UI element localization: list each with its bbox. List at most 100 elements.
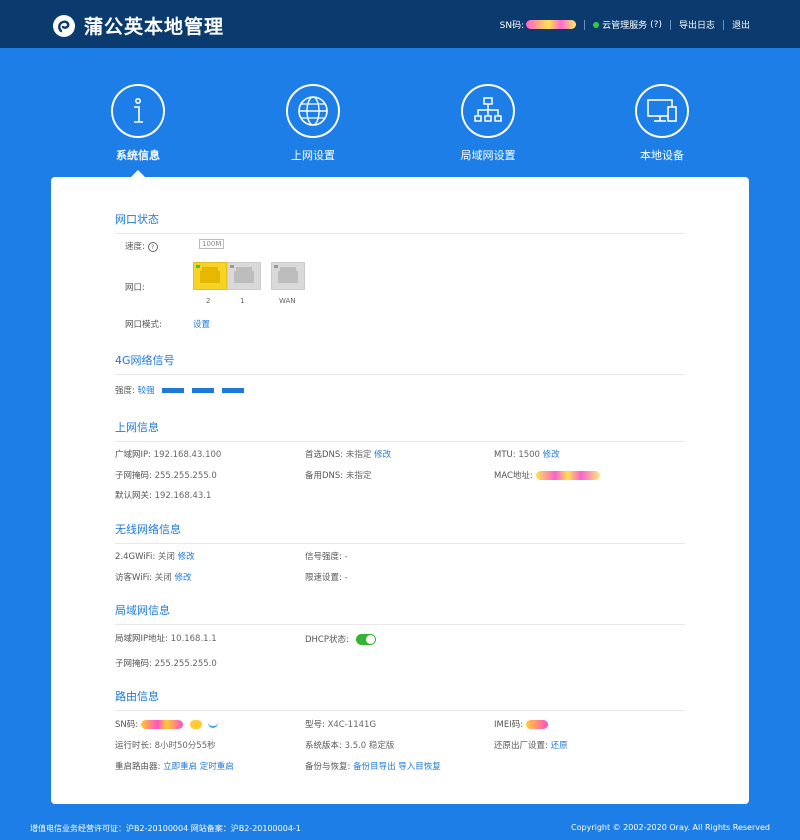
sn-redacted (526, 20, 577, 29)
lan-ip-value: 10.168.1.1 (170, 634, 217, 644)
top-bar: 蒲公英本地管理 SN码: 云管理服务 (?) 导出日志 退出 (0, 0, 800, 48)
sn-label: SN码: (499, 21, 525, 31)
port-number: 2 (206, 297, 211, 305)
section-title: 网口状态 (115, 211, 685, 234)
mac-redacted (535, 471, 600, 480)
nav-lan-settings[interactable]: 局域网设置 (428, 84, 548, 163)
lan-subnet-value: 255.255.255.0 (154, 659, 217, 669)
version-label: 系统版本: (305, 741, 342, 751)
cloud-help-link[interactable]: (?) (650, 20, 662, 30)
mtu-value: 1500 (518, 450, 540, 460)
subnet-label: 子网掩码: (115, 471, 152, 481)
section-title: 4G网络信号 (115, 352, 685, 375)
port-status-section: 网口状态 (115, 211, 685, 234)
uptime-label: 运行时长: (115, 741, 152, 751)
signal-bar (221, 388, 244, 393)
info-icon (111, 84, 165, 138)
speed-row: 速度: ? (125, 240, 158, 252)
lan-subnet-label: 子网掩码: (115, 659, 152, 669)
signal-strength-row: 强度: 较强 (115, 384, 244, 396)
nav-label: 局域网设置 (460, 149, 516, 162)
export-log-link[interactable]: 导出日志 (679, 18, 715, 31)
speed-badge: 100M (199, 239, 225, 249)
section-title: 局域网信息 (115, 602, 685, 625)
network-icon (461, 84, 515, 138)
backup-export-link[interactable]: 备份目导出 (353, 762, 396, 772)
port-mode-label: 网口模式: (125, 320, 162, 330)
nav-local-devices[interactable]: 本地设备 (602, 84, 722, 163)
speed-limit-row: 限速设置: - (305, 571, 348, 583)
wifi-signal-row: 信号强度: - (305, 550, 348, 562)
dns1-edit-link[interactable]: 修改 (374, 450, 391, 460)
dns1-row: 首选DNS: 未指定 修改 (305, 448, 391, 460)
ethernet-port-icon (227, 262, 261, 290)
divider (584, 19, 586, 30)
nav-internet-settings[interactable]: 上网设置 (253, 84, 373, 163)
cloud-service-link[interactable]: 云管理服务 (602, 18, 647, 31)
factory-reset-row: 还原出厂设置: 还原 (494, 739, 568, 751)
guest-wifi-label: 访客WiFi: (115, 573, 153, 583)
main-nav: 系统信息 上网设置 局域网设置 本地设备 (0, 84, 800, 179)
port-number: 1 (240, 297, 245, 305)
gateway-label: 默认网关: (115, 491, 152, 501)
reboot-row: 重启路由器: 立即重启 定时重启 (115, 760, 234, 772)
gateway-row: 默认网关: 192.168.43.1 (115, 489, 211, 501)
wan-ip-label: 广域网IP: (115, 450, 151, 460)
speed-label: 速度: (125, 242, 145, 252)
signal-strength-value: 较强 (137, 386, 155, 396)
model-value: X4C-1141G (327, 720, 377, 730)
reboot-now-link[interactable]: 立即重启 (163, 762, 197, 772)
imei-label: IMEI码: (494, 720, 524, 730)
dns2-value: 未指定 (345, 471, 372, 481)
lan-ip-label: 局域网IP地址: (115, 634, 168, 644)
header-actions: SN码: 云管理服务 (?) 导出日志 退出 (500, 18, 750, 31)
sn-redacted (140, 720, 183, 729)
lan-ip-row: 局域网IP地址: 10.168.1.1 (115, 632, 217, 644)
signal-section: 4G网络信号 (115, 352, 685, 375)
wan-ip-row: 广域网IP: 192.168.43.100 (115, 448, 221, 460)
uptime-value: 8小时50分55秒 (154, 741, 216, 751)
dns1-value: 未指定 (345, 450, 372, 460)
footer-license: 增值电信业务经营许可证：沪B2-20100004 网站备案：沪B2-201000… (30, 824, 301, 833)
factory-reset-link[interactable]: 还原 (551, 741, 568, 751)
imei-row: IMEI码: (494, 718, 548, 730)
wifi24-label: 2.4GWiFi: (115, 552, 156, 562)
guest-wifi-edit-link[interactable]: 修改 (175, 573, 192, 583)
dns1-label: 首选DNS: (305, 450, 344, 460)
subnet-row: 子网掩码: 255.255.255.0 (115, 469, 217, 481)
nav-system-info[interactable]: 系统信息 (78, 84, 198, 163)
globe-icon (286, 84, 340, 138)
backup-import-link[interactable]: 导入目恢复 (398, 762, 441, 772)
lan-section: 局域网信息 (115, 602, 685, 625)
wifi-signal-label: 信号强度: (305, 552, 342, 562)
port-number: WAN (279, 297, 296, 305)
mac-label: MAC地址: (494, 471, 533, 481)
help-icon[interactable]: ? (147, 241, 158, 252)
devices-icon (635, 84, 689, 138)
brand: 蒲公英本地管理 (52, 12, 224, 39)
content-card: 网口状态 速度: ? 100M 网口: 2 1 WAN 网口模式: 设置 4G网… (51, 177, 749, 804)
status-dot-icon (593, 21, 600, 28)
logout-link[interactable]: 退出 (732, 18, 750, 31)
wifi24-edit-link[interactable]: 修改 (178, 552, 195, 562)
ethernet-port-icon (271, 262, 305, 290)
wan-ip-value: 192.168.43.100 (153, 450, 222, 460)
pgy-logo-icon (53, 14, 75, 37)
nav-label: 系统信息 (116, 149, 160, 162)
ethernet-port-icon (193, 262, 227, 290)
model-label: 型号: (305, 720, 325, 730)
mtu-edit-link[interactable]: 修改 (543, 450, 560, 460)
port-mode-settings-link[interactable]: 设置 (193, 320, 210, 330)
footer-copyright: Copyright © 2002-2020 Oray. All Rights R… (571, 823, 770, 832)
dhcp-toggle[interactable] (355, 634, 376, 645)
reboot-timer-link[interactable]: 定时重启 (200, 762, 234, 772)
backup-row: 备份与恢复: 备份目导出 导入目恢复 (305, 760, 441, 772)
dns2-label: 备用DNS: (305, 471, 344, 481)
signal-strength-label: 强度: (115, 386, 135, 396)
speed-limit-label: 限速设置: (305, 573, 342, 583)
speed-badge-row: 100M (199, 239, 225, 249)
signal-bar (162, 388, 185, 393)
uptime-row: 运行时长: 8小时50分55秒 (115, 739, 216, 751)
section-title: 无线网络信息 (115, 521, 685, 544)
router-section: 路由信息 (115, 688, 685, 711)
